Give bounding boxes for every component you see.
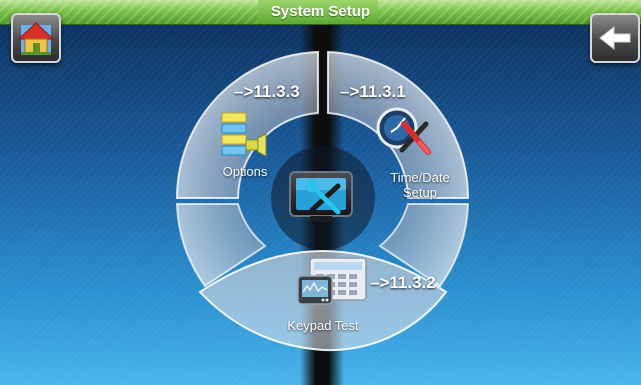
- keypad-test-label: Keypad Test: [287, 318, 359, 333]
- options-reference: –>11.3.3: [234, 82, 300, 101]
- options-label: Options: [222, 164, 268, 179]
- time-date-label-line2: Setup: [403, 185, 437, 200]
- time-date-reference: –>11.3.1: [340, 82, 406, 101]
- keypad-test-reference: –>11.3.2: [370, 273, 436, 292]
- system-setup-screen: System Setup –>11.3.3 –>11.3.1 –>11.3.2 …: [0, 0, 641, 385]
- time-date-label: Time/Date Setup: [380, 170, 460, 200]
- time-date-label-line1: Time/Date: [390, 170, 450, 185]
